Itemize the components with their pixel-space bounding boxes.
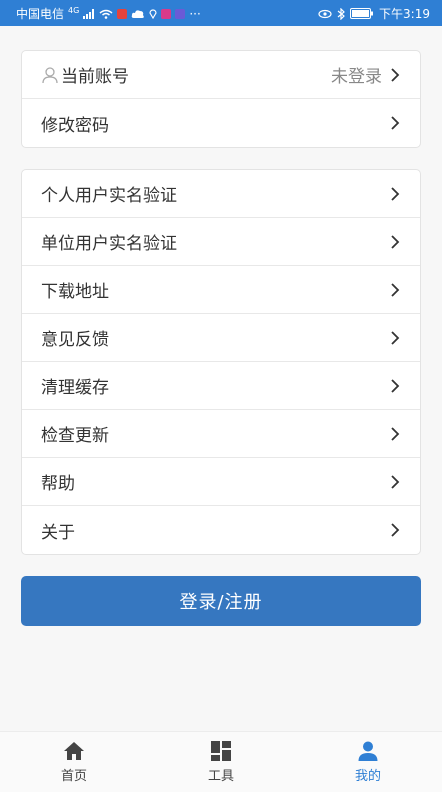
account-card: 当前账号 未登录 修改密码 [21, 50, 421, 148]
change-password-label: 修改密码 [41, 115, 109, 136]
current-account-label-group: 当前账号 [41, 62, 129, 87]
menu-item-download-address[interactable]: 下载地址 [22, 266, 420, 314]
menu-item-organization-verification[interactable]: 单位用户实名验证 [22, 218, 420, 266]
chevron-right-icon [391, 330, 400, 345]
battery-icon [350, 8, 374, 19]
menu-item-label: 意见反馈 [41, 330, 109, 350]
person-icon [358, 741, 378, 761]
tab-label: 工具 [207, 769, 234, 784]
chevron-right-icon [391, 234, 400, 249]
menu-item-label: 检查更新 [41, 426, 109, 446]
location-icon [149, 9, 157, 19]
bottom-tab-bar: 首页 工具 我的 [0, 731, 442, 792]
cloud-icon [132, 9, 145, 18]
grid-icon [211, 741, 231, 761]
menu-item-label: 单位用户实名验证 [41, 234, 177, 254]
tab-label: 首页 [60, 769, 87, 784]
chevron-right-icon [391, 282, 400, 297]
menu-item-clear-cache[interactable]: 清理缓存 [22, 362, 420, 410]
menu-item-label: 下载地址 [41, 282, 109, 302]
carrier-label: 中国电信 [16, 7, 65, 21]
change-password-row[interactable]: 修改密码 [22, 99, 420, 147]
eye-icon [318, 9, 332, 18]
menu-item-label: 关于 [41, 522, 75, 543]
menu-item-help[interactable]: 帮助 [22, 458, 420, 506]
login-status-value: 未登录 [331, 67, 382, 87]
signal-icon [83, 8, 95, 19]
tab-mine[interactable]: 我的 [328, 732, 408, 792]
tab-label: 我的 [354, 769, 381, 784]
chevron-right-icon [391, 474, 400, 489]
menu-item-feedback[interactable]: 意见反馈 [22, 314, 420, 362]
chevron-right-icon [391, 523, 400, 537]
menu-item-personal-verification[interactable]: 个人用户实名验证 [22, 170, 420, 218]
wifi-icon [99, 9, 113, 19]
menu-item-label: 清理缓存 [41, 378, 109, 398]
more-notifications: ··· [189, 6, 201, 21]
app-notification-icon [161, 8, 172, 19]
login-register-button[interactable]: 登录/注册 [21, 576, 421, 626]
tab-home[interactable]: 首页 [34, 732, 114, 792]
menu-item-about[interactable]: 关于 [22, 506, 420, 554]
chevron-right-icon [391, 426, 400, 441]
menu-item-check-update[interactable]: 检查更新 [22, 410, 420, 458]
current-account-row[interactable]: 当前账号 未登录 [22, 51, 420, 99]
chevron-right-icon [391, 186, 400, 201]
chevron-right-icon [391, 67, 400, 82]
chevron-right-icon [391, 378, 400, 393]
network-label: 4G [68, 6, 80, 15]
app-notification-icon [117, 8, 128, 19]
menu-item-label: 帮助 [41, 474, 75, 494]
menu-card: 个人用户实名验证 单位用户实名验证 下载地址 意见反馈 清理缓存 检查更新 帮助… [21, 169, 421, 555]
tab-tools[interactable]: 工具 [181, 732, 261, 792]
user-outline-icon [42, 66, 58, 83]
current-account-label: 当前账号 [61, 67, 129, 87]
app-notification-icon [175, 8, 186, 19]
menu-item-label: 个人用户实名验证 [41, 186, 177, 206]
home-icon [64, 742, 84, 760]
chevron-right-icon [391, 116, 400, 130]
clock: 下午3:19 [379, 7, 430, 21]
bluetooth-icon [337, 7, 345, 20]
status-bar: 中国电信 4G ··· 下午3:19 [0, 0, 442, 26]
